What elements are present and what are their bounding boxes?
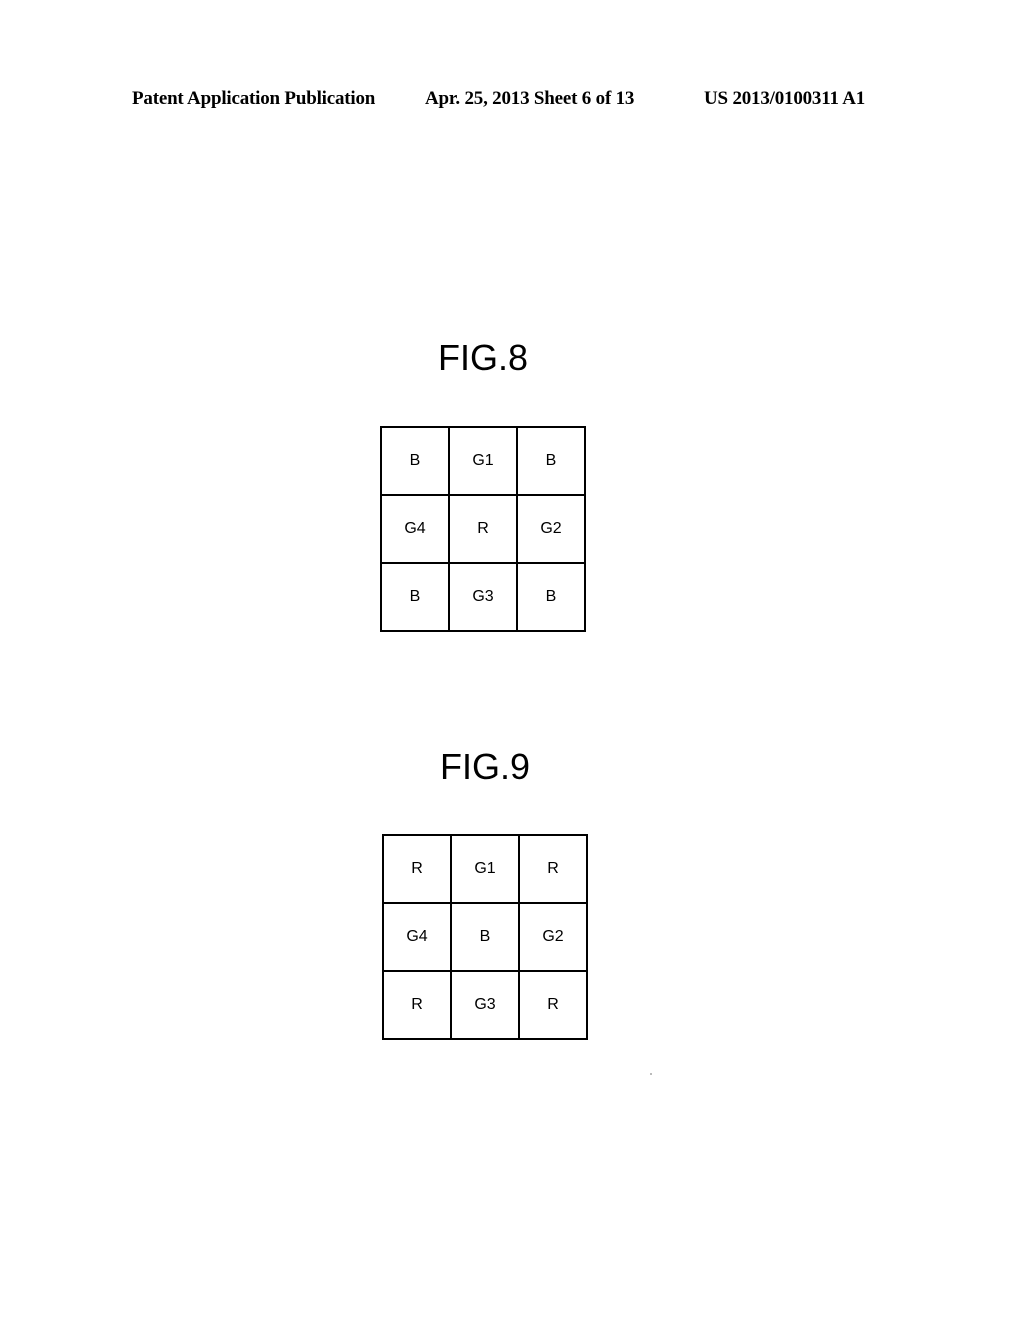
patent-number: US 2013/0100311 A1 — [704, 88, 866, 109]
pixel-cell: B — [382, 428, 450, 496]
figure-title: FIG.9 — [439, 746, 531, 787]
pixel-cell: B — [452, 904, 520, 972]
pixel-cell: R — [520, 836, 588, 904]
figure-title: FIG.8 — [437, 337, 529, 378]
publication-label: Patent Application Publication — [132, 88, 376, 109]
pixel-cell: G2 — [520, 904, 588, 972]
pixel-cell: R — [520, 972, 588, 1040]
pixel-cell: R — [384, 972, 452, 1040]
pixel-cell: G1 — [452, 836, 520, 904]
pixel-cell: G4 — [382, 496, 450, 564]
pixel-cell: R — [450, 496, 518, 564]
pixel-cell: B — [518, 564, 586, 632]
date-sheet-label: Apr. 25, 2013 Sheet 6 of 13 — [425, 88, 635, 109]
pixel-cell: G4 — [384, 904, 452, 972]
pixel-cell: G1 — [450, 428, 518, 496]
pixel-cell: R — [384, 836, 452, 904]
pixel-array-fig8: B G1 B G4 R G2 B G3 B — [380, 426, 586, 632]
pixel-cell: B — [518, 428, 586, 496]
pixel-array-fig9: R G1 R G4 B G2 R G3 R — [382, 834, 588, 1040]
scan-speck — [650, 1073, 652, 1075]
pixel-cell: G3 — [450, 564, 518, 632]
pixel-cell: G3 — [452, 972, 520, 1040]
page-header: Patent Application Publication Apr. 25, … — [0, 88, 1024, 114]
pixel-cell: B — [382, 564, 450, 632]
pixel-cell: G2 — [518, 496, 586, 564]
